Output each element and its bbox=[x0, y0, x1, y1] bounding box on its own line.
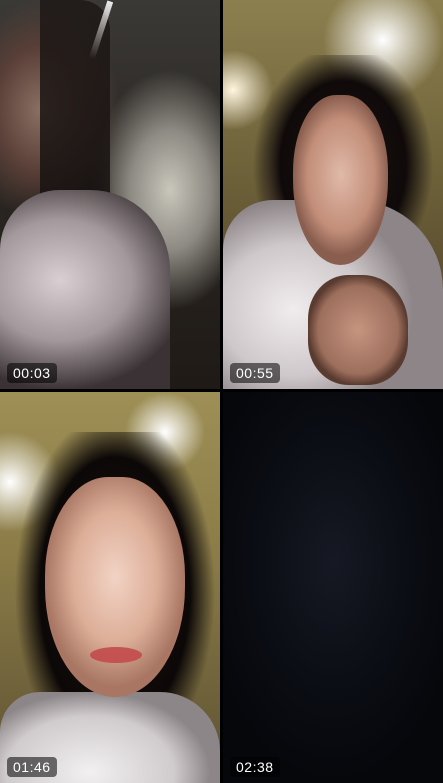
video-feed-subject bbox=[308, 275, 408, 385]
video-feed-subject bbox=[293, 95, 388, 265]
video-feed-subject bbox=[0, 190, 170, 389]
participant-tile-1[interactable]: 00:03 bbox=[0, 0, 220, 389]
call-timer: 01:46 bbox=[7, 757, 57, 777]
call-timer: 00:55 bbox=[230, 363, 280, 383]
participant-tile-4[interactable]: 02:38 bbox=[223, 392, 443, 783]
video-frame bbox=[0, 392, 220, 783]
participant-tile-2[interactable]: 00:55 bbox=[223, 0, 443, 389]
video-frame bbox=[223, 0, 443, 389]
video-frame bbox=[0, 0, 220, 389]
video-frame bbox=[223, 392, 443, 783]
video-call-grid: 00:03 00:55 01:46 02:38 bbox=[0, 0, 443, 783]
call-timer: 00:03 bbox=[7, 363, 57, 383]
call-timer: 02:38 bbox=[230, 757, 280, 777]
video-feed-subject bbox=[45, 477, 185, 697]
participant-tile-3[interactable]: 01:46 bbox=[0, 392, 220, 783]
video-feed-subject bbox=[90, 647, 142, 663]
